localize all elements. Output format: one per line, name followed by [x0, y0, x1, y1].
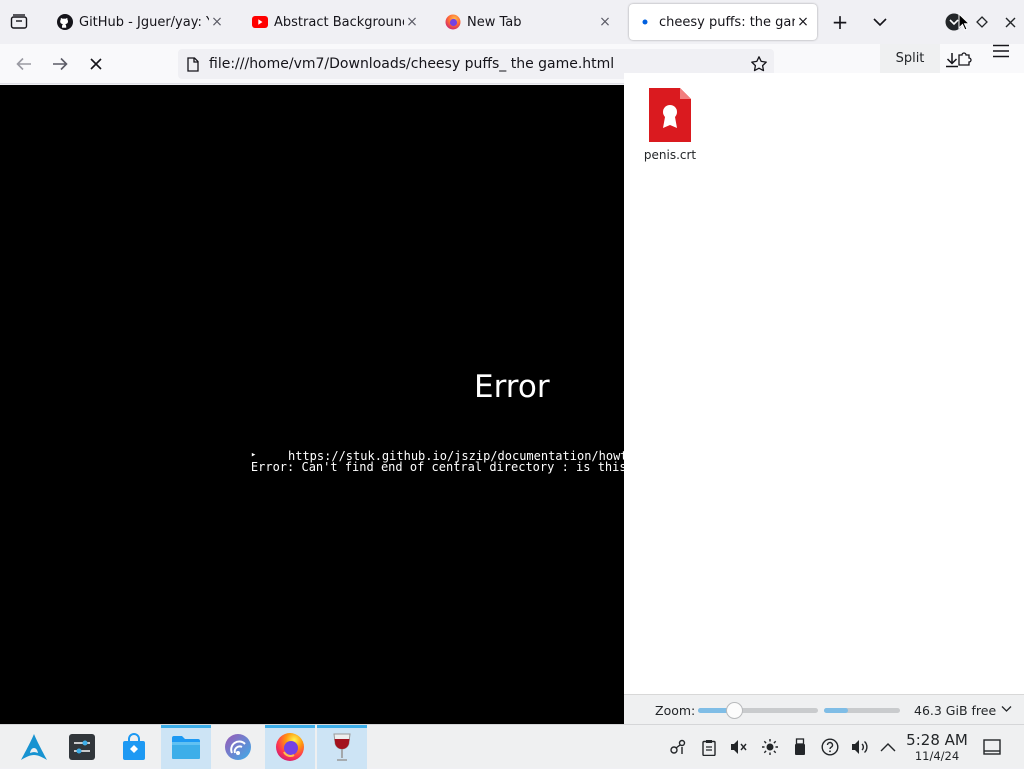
tab-title: Abstract Background	[274, 14, 404, 30]
audio-muted-icon[interactable]	[730, 738, 748, 756]
file-manager-toolbar	[940, 44, 1024, 73]
split-view-button[interactable]: Split	[880, 44, 940, 73]
maximize-window-icon[interactable]	[973, 12, 991, 32]
discover-store-icon[interactable]	[109, 725, 159, 769]
close-tab-icon[interactable]: ×	[404, 14, 420, 30]
new-tab-button[interactable]: +	[828, 10, 852, 34]
clock[interactable]: 5:28 AM 11/4/24	[900, 731, 974, 763]
disk-usage-fill	[824, 708, 849, 713]
file-page-icon	[187, 56, 199, 72]
close-tab-icon[interactable]: ×	[209, 14, 225, 30]
tab-title: New Tab	[467, 14, 522, 30]
wine-icon[interactable]	[317, 725, 367, 769]
kde-connect-icon[interactable]	[213, 725, 263, 769]
firefox-icon[interactable]	[265, 725, 315, 769]
chevron-down-icon[interactable]	[1001, 705, 1012, 713]
brightness-icon[interactable]	[761, 738, 779, 756]
file-item[interactable]: penis.crt	[640, 86, 700, 162]
certificate-file-icon	[640, 86, 700, 144]
clock-date: 11/4/24	[914, 749, 960, 763]
firefox-icon	[445, 14, 461, 30]
stop-loading-button[interactable]	[82, 50, 110, 78]
bookmark-star-icon[interactable]	[750, 55, 768, 73]
usb-drive-icon[interactable]	[791, 738, 809, 756]
error-link[interactable]: https://stuk.github.io/jszip/documentati…	[288, 449, 624, 463]
back-button[interactable]	[10, 50, 38, 78]
list-all-tabs-icon[interactable]	[869, 12, 891, 32]
tab-strip: GitHub - Jguer/yay: Yet another Yogurt ×…	[0, 0, 1024, 44]
tab-title: GitHub - Jguer/yay: Yet another Yogurt	[79, 14, 209, 30]
tab-cheesy-puffs[interactable]: cheesy puffs: the game ×	[629, 4, 817, 40]
page-content: Error ▸ Error: Can't find end of central…	[0, 85, 624, 724]
disclosure-triangle-icon[interactable]: ▸	[251, 450, 256, 460]
extensions-icon[interactable]	[956, 51, 972, 67]
loading-dot-icon	[637, 14, 653, 30]
file-manager-icon[interactable]	[161, 725, 211, 769]
url-text: file:///home/vm7/Downloads/cheesy puffs_…	[209, 56, 615, 72]
help-icon[interactable]	[821, 738, 839, 756]
taskbar: 5:28 AM 11/4/24	[0, 724, 1024, 769]
tab-new-tab[interactable]: New Tab ×	[437, 4, 619, 40]
mouse-cursor-icon	[957, 12, 971, 32]
volume-icon[interactable]	[851, 738, 869, 756]
tab-title: cheesy puffs: the game	[659, 14, 795, 30]
system-settings-icon[interactable]	[57, 725, 107, 769]
arch-launcher-icon[interactable]	[9, 725, 59, 769]
zoom-slider[interactable]	[698, 702, 818, 719]
zoom-slider-handle[interactable]	[726, 702, 743, 719]
clock-time: 5:28 AM	[906, 731, 968, 749]
file-name: penis.crt	[643, 148, 697, 162]
disk-usage-bar	[824, 708, 900, 713]
tab-overview-icon[interactable]	[8, 12, 30, 32]
close-tab-icon[interactable]: ×	[795, 14, 811, 30]
forward-button[interactable]	[46, 50, 74, 78]
clipboard-icon[interactable]	[700, 738, 718, 756]
github-icon	[57, 14, 73, 30]
tab-github[interactable]: GitHub - Jguer/yay: Yet another Yogurt ×	[49, 4, 231, 40]
file-manager-status-bar: Zoom: 46.3 GiB free	[624, 694, 1024, 724]
free-space-label: 46.3 GiB free	[914, 703, 997, 718]
show-desktop-icon[interactable]	[983, 738, 1001, 756]
chevron-up-icon[interactable]	[879, 738, 897, 756]
zoom-label: Zoom:	[655, 703, 696, 718]
network-share-icon[interactable]	[669, 738, 687, 756]
error-heading: Error	[474, 369, 550, 405]
youtube-icon	[252, 14, 268, 30]
tab-abstract-background[interactable]: Abstract Background ×	[244, 4, 426, 40]
file-manager-window	[624, 73, 1024, 724]
close-window-icon[interactable]	[1000, 12, 1020, 32]
close-tab-icon[interactable]: ×	[597, 14, 613, 30]
hamburger-menu-icon[interactable]	[992, 44, 1010, 58]
